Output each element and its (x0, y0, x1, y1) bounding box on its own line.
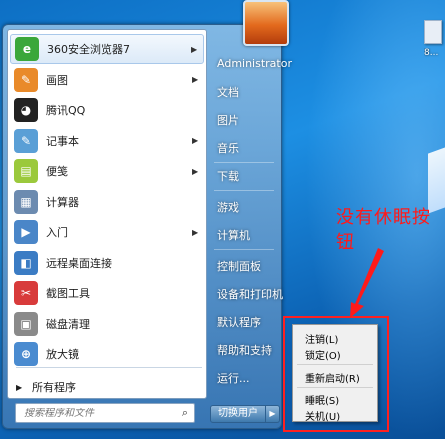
submenu-arrow-icon[interactable]: ▶ (192, 75, 204, 84)
right-item-run[interactable]: 运行... (217, 370, 250, 386)
right-item-control-panel[interactable]: 控制面板 (217, 258, 261, 274)
desktop-shortcut[interactable]: 8... (424, 20, 444, 64)
program-item[interactable]: ⊕ 放大镜 (10, 339, 204, 369)
notepad-icon: ✎ (14, 128, 38, 153)
program-item-label: 远程桌面连接 (46, 256, 112, 270)
calculator-icon: ▦ (14, 189, 38, 214)
submenu-arrow-icon[interactable]: ▶ (192, 136, 204, 145)
submenu-arrow-icon[interactable]: ▶ (191, 45, 203, 54)
program-item[interactable]: ◧ 远程桌面连接 (10, 248, 204, 278)
program-item[interactable]: e 360安全浏览器7 ▶ (10, 34, 204, 64)
submenu-arrow-icon[interactable]: ▶ (192, 228, 204, 237)
right-item-pictures[interactable]: 图片 (217, 112, 239, 128)
program-item-label: 腾讯QQ (46, 104, 86, 117)
getting-started-icon: ▶ (14, 220, 38, 244)
desktop-shortcut-label: 8... (424, 48, 439, 58)
qq-penguin-icon: ◕ (14, 98, 38, 122)
program-list: ▶ 所有程序 e 360安全浏览器7 ▶ ✎ 画图 ▶ ◕ 腾讯QQ ✎ 记事本 ▶ ▤ 便笺 ▶ ▦ 计算器… (7, 29, 207, 399)
remote-desktop-icon: ◧ (14, 250, 38, 275)
switch-user-button[interactable]: 切换用户 (210, 405, 266, 423)
annotation-arrow (350, 248, 384, 318)
program-item-label: 截图工具 (46, 287, 90, 300)
right-item-music[interactable]: 音乐 (217, 140, 239, 156)
program-item-label: 画图 (46, 73, 68, 87)
right-item-help-support[interactable]: 帮助和支持 (217, 342, 272, 358)
program-item[interactable]: ▣ 磁盘清理 (10, 309, 204, 339)
360-browser-icon: e (15, 37, 39, 61)
right-item-administrator[interactable]: Administrator (217, 57, 292, 70)
program-item[interactable]: ✎ 记事本 ▶ (10, 126, 204, 156)
disk-cleanup-icon: ▣ (14, 311, 38, 336)
annotation-highlight-box (283, 316, 389, 432)
program-item-label: 便笺 (46, 165, 68, 178)
program-item-label: 360安全浏览器7 (47, 43, 130, 56)
right-item-downloads[interactable]: 下载 (217, 168, 239, 184)
program-item-label: 放大镜 (46, 348, 79, 361)
right-divider (214, 162, 274, 163)
search-icon[interactable]: ⌕ (176, 406, 194, 420)
paint-icon: ✎ (14, 67, 38, 92)
program-item-label: 入门 (46, 226, 68, 239)
power-options-arrow[interactable]: ▶ (266, 405, 280, 423)
submenu-arrow-icon[interactable]: ▶ (192, 167, 204, 176)
program-item[interactable]: ✎ 画图 ▶ (10, 65, 204, 95)
search-input[interactable] (24, 407, 176, 419)
document-icon (424, 20, 442, 44)
right-item-devices-printers[interactable]: 设备和打印机 (217, 286, 283, 302)
triangle-right-icon: ▶ (16, 382, 23, 392)
sticky-notes-icon: ▤ (14, 159, 38, 183)
right-item-default-programs[interactable]: 默认程序 (217, 314, 261, 330)
program-item[interactable]: ▤ 便笺 ▶ (10, 156, 204, 186)
program-item[interactable]: ▶ 入门 ▶ (10, 217, 204, 247)
program-item[interactable]: ▦ 计算器 (10, 187, 204, 217)
user-account-picture[interactable] (243, 0, 289, 46)
all-programs-label: 所有程序 (32, 381, 76, 394)
program-item-label: 记事本 (46, 134, 79, 148)
right-divider (214, 249, 274, 250)
right-item-computer[interactable]: 计算机 (217, 227, 250, 243)
windows-logo-wallpaper (428, 146, 445, 214)
snipping-tool-icon: ✂ (14, 281, 38, 305)
program-item-label: 磁盘清理 (46, 317, 90, 331)
magnifier-icon: ⊕ (14, 342, 38, 366)
search-box[interactable]: ⌕ (15, 403, 195, 423)
right-item-games[interactable]: 游戏 (217, 199, 239, 215)
program-item[interactable]: ◕ 腾讯QQ (10, 95, 204, 125)
right-divider (214, 190, 274, 191)
program-item[interactable]: ✂ 截图工具 (10, 278, 204, 308)
right-item-documents[interactable]: 文档 (217, 84, 239, 100)
program-item-label: 计算器 (46, 195, 79, 209)
all-programs-button[interactable]: ▶ 所有程序 (14, 378, 204, 396)
